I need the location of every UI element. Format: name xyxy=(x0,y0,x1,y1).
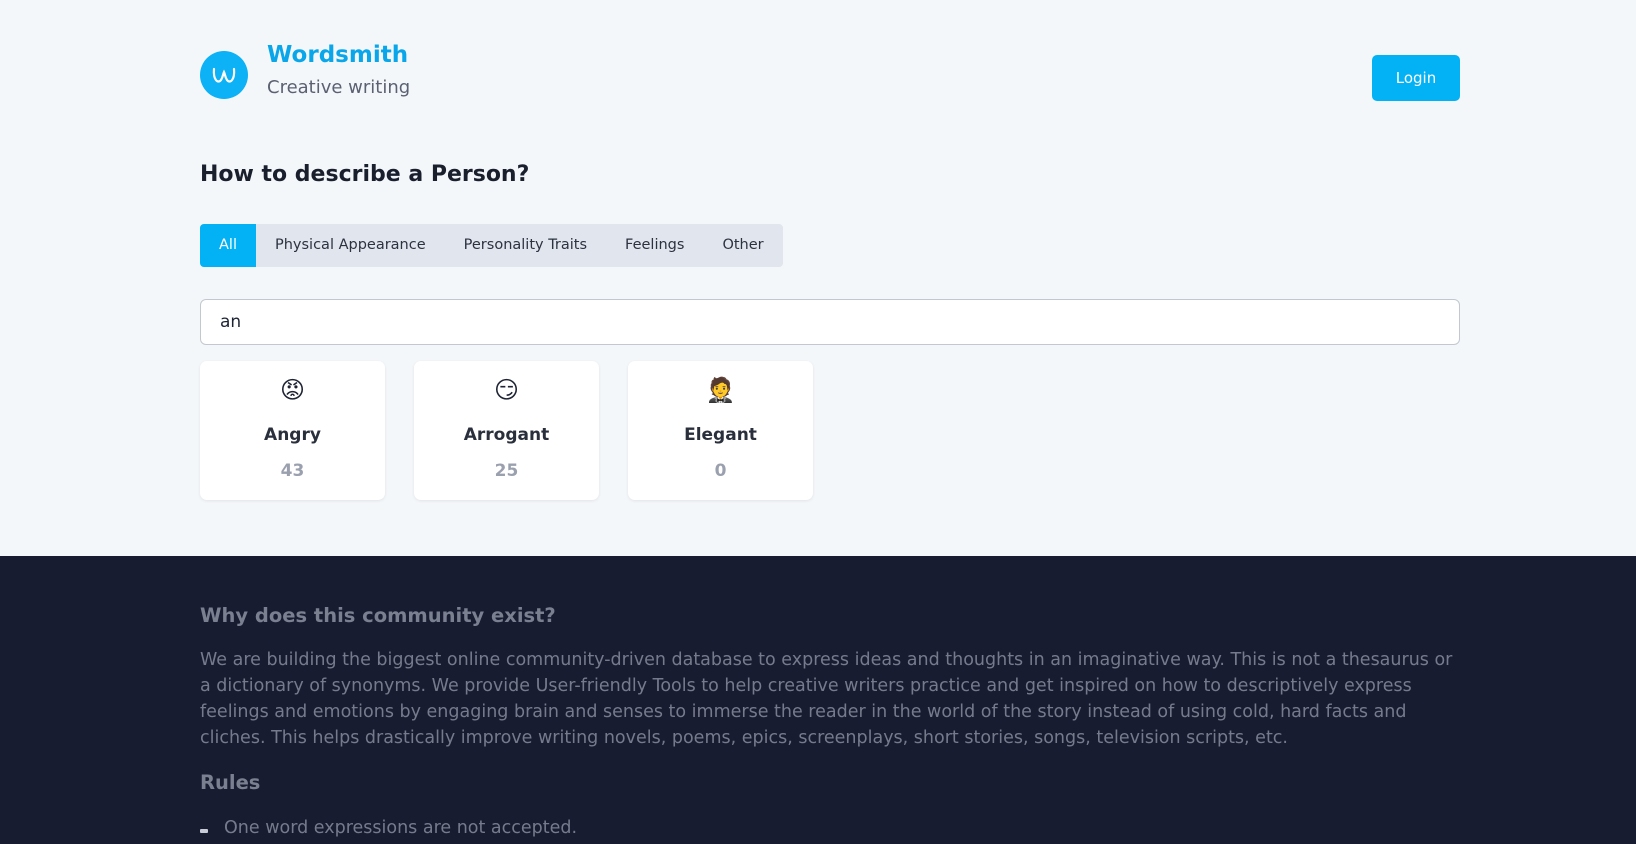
tab-personality-traits[interactable]: Personality Traits xyxy=(445,224,606,267)
about-heading: Why does this community exist? xyxy=(200,604,556,627)
brand-subtitle: Creative writing xyxy=(267,77,411,98)
top-section: Wordsmith Creative writing Login How to … xyxy=(0,0,1636,556)
word-card[interactable]: 🤵 Elegant 0 xyxy=(628,361,813,500)
brand-name[interactable]: Wordsmith xyxy=(267,42,408,68)
search-container xyxy=(200,299,1460,345)
rule-list-item: One word expressions are not accepted. xyxy=(200,818,1460,838)
page-title: How to describe a Person? xyxy=(200,162,530,187)
site-header: Wordsmith Creative writing Login xyxy=(200,42,1460,102)
card-word: Elegant xyxy=(684,425,757,445)
tab-physical-appearance[interactable]: Physical Appearance xyxy=(256,224,445,267)
category-tabs: All Physical Appearance Personality Trai… xyxy=(200,224,783,267)
person-in-tuxedo-icon: 🤵 xyxy=(705,376,736,404)
angry-face-icon: 😡 xyxy=(279,376,306,404)
tab-feelings[interactable]: Feelings xyxy=(606,224,703,267)
card-count: 25 xyxy=(494,461,519,481)
about-text: We are building the biggest online commu… xyxy=(200,650,1453,748)
word-card[interactable]: 😏 Arrogant 25 xyxy=(414,361,599,500)
results-grid: 😡 Angry 43 😏 Arrogant 25 🤵 Elegant 0 xyxy=(200,361,1460,501)
card-count: 43 xyxy=(280,461,305,481)
smirking-face-icon: 😏 xyxy=(493,376,520,404)
logo-icon[interactable] xyxy=(200,51,248,99)
rule-text: One word expressions are not accepted. xyxy=(224,818,578,838)
w-logo-glyph xyxy=(212,67,236,83)
bullet-icon xyxy=(200,829,208,833)
card-word: Angry xyxy=(264,425,321,445)
card-word: Arrogant xyxy=(463,425,550,445)
tab-all[interactable]: All xyxy=(200,224,256,267)
about-section: Why does this community exist? We are bu… xyxy=(0,556,1636,844)
word-card[interactable]: 😡 Angry 43 xyxy=(200,361,385,500)
tab-other[interactable]: Other xyxy=(703,224,782,267)
rules-heading: Rules xyxy=(200,771,261,794)
search-input[interactable] xyxy=(200,299,1460,345)
login-button[interactable]: Login xyxy=(1372,55,1460,101)
card-count: 0 xyxy=(714,461,727,481)
